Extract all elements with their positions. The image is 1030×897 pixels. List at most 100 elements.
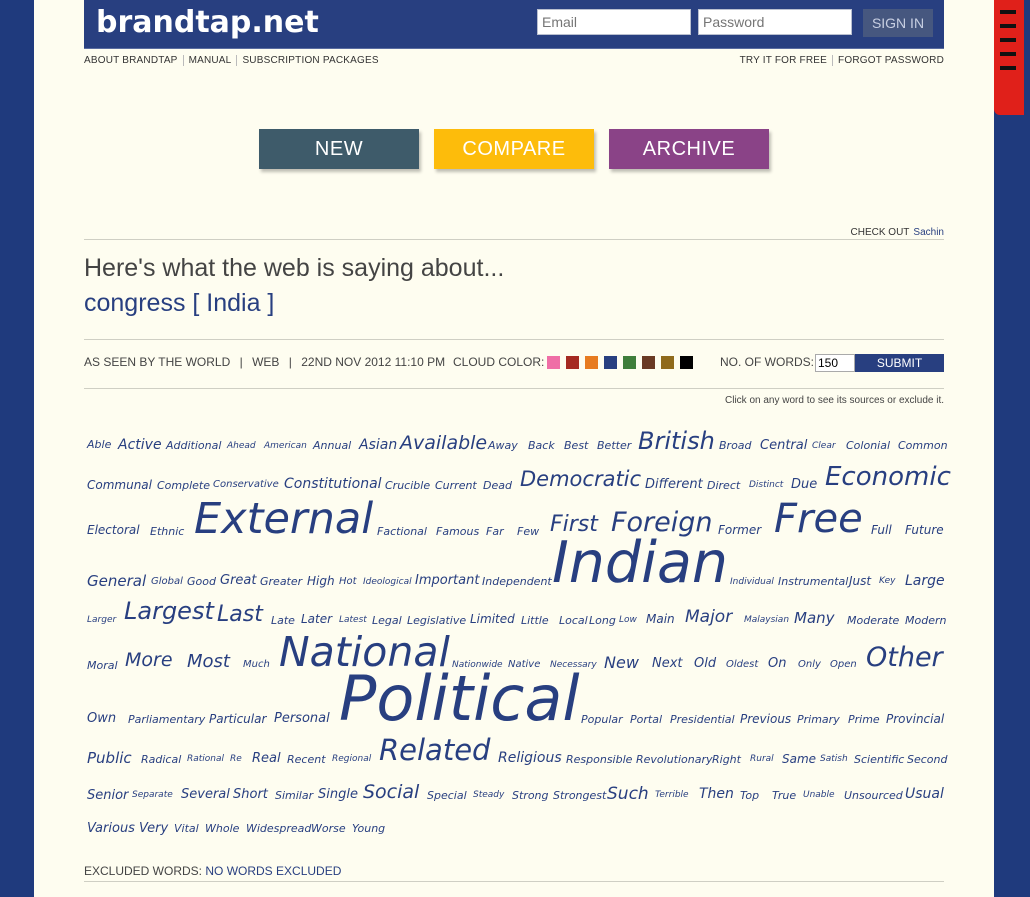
cloud-word[interactable]: Same	[782, 752, 816, 766]
cloud-word[interactable]: Ethnic	[150, 525, 184, 538]
cloud-word[interactable]: Social	[363, 781, 419, 803]
cloud-word[interactable]: Many	[794, 609, 835, 627]
cloud-word[interactable]: Limited	[470, 612, 515, 626]
cloud-word[interactable]: Just	[849, 574, 871, 588]
cloud-word[interactable]: Individual	[730, 577, 774, 587]
cloud-word[interactable]: Rural	[750, 754, 774, 764]
cloud-word[interactable]: Ahead	[227, 441, 256, 451]
cloud-word[interactable]: Scientific	[854, 753, 904, 766]
cloud-word[interactable]: Main	[646, 612, 675, 626]
cloud-word[interactable]: Parliamentary	[128, 713, 205, 726]
cloud-word[interactable]: Current	[435, 479, 477, 492]
cloud-word[interactable]: Short	[233, 787, 268, 802]
cloud-word[interactable]: Unsourced	[844, 789, 903, 802]
cloud-word[interactable]: Recent	[287, 753, 326, 766]
cloud-word[interactable]: Personal	[274, 711, 330, 726]
cloud-word[interactable]: Such	[607, 784, 649, 804]
cloud-word[interactable]: Democratic	[520, 467, 641, 491]
cloud-word[interactable]: Re	[230, 754, 242, 764]
cloud-word[interactable]: True	[772, 789, 796, 802]
cloud-word[interactable]: Unable	[803, 790, 835, 800]
cloud-word[interactable]: Then	[699, 786, 734, 802]
cloud-word[interactable]: Very	[139, 821, 168, 836]
cloud-word[interactable]: Indian	[552, 530, 728, 596]
cloud-word[interactable]: Best	[564, 439, 588, 452]
cloud-word[interactable]: Hot	[339, 576, 357, 587]
cloud-word[interactable]: Local	[559, 614, 588, 627]
cloud-word[interactable]: Prime	[848, 713, 880, 726]
cloud-word[interactable]: On	[768, 656, 786, 671]
cloud-word[interactable]: Active	[118, 437, 162, 453]
cloud-word[interactable]: Global	[151, 576, 183, 587]
cloud-word[interactable]: Common	[898, 439, 948, 452]
cloud-word[interactable]: Long	[589, 614, 616, 627]
cloud-word[interactable]: Dead	[483, 479, 512, 492]
cloud-word[interactable]: Larger	[87, 615, 116, 625]
cloud-word[interactable]: Worse	[311, 822, 346, 835]
cloud-word[interactable]: Satish	[820, 754, 848, 764]
cloud-word[interactable]: Regional	[332, 754, 371, 764]
cloud-word[interactable]: Ideological	[363, 577, 412, 587]
cloud-word[interactable]: Good	[187, 575, 216, 588]
cloud-word[interactable]: Oldest	[726, 659, 758, 670]
cloud-word[interactable]: Much	[243, 659, 270, 670]
cloud-word[interactable]: Conservative	[213, 479, 279, 490]
cloud-word[interactable]: Steady	[473, 790, 504, 800]
cloud-word[interactable]: Whole	[205, 822, 239, 835]
cloud-word[interactable]: Strong	[512, 789, 549, 802]
cloud-word[interactable]: Religious	[498, 750, 562, 766]
cloud-word[interactable]: Malaysian	[744, 615, 789, 625]
cloud-word[interactable]: Direct	[707, 479, 740, 492]
cloud-word[interactable]: Old	[694, 656, 716, 671]
cloud-word[interactable]: Primary	[797, 713, 840, 726]
cloud-word[interactable]: Communal	[87, 478, 152, 492]
cloud-word[interactable]: Moral	[87, 659, 118, 672]
cloud-word[interactable]: Radical	[141, 753, 181, 766]
cloud-word[interactable]: Several	[181, 787, 230, 802]
cloud-word[interactable]: Largest	[124, 597, 214, 625]
cloud-word[interactable]: Full	[871, 523, 892, 537]
cloud-word[interactable]: Revolutionary	[636, 753, 713, 766]
cloud-word[interactable]: Instrumental	[778, 575, 848, 588]
cloud-word[interactable]: New	[604, 653, 639, 672]
cloud-word[interactable]: Special	[427, 789, 467, 802]
cloud-word[interactable]: Little	[521, 614, 549, 627]
cloud-word[interactable]: Most	[187, 651, 230, 672]
cloud-word[interactable]: Moderate	[847, 614, 899, 627]
cloud-word[interactable]: Right	[712, 753, 741, 766]
cloud-word[interactable]: Electoral	[87, 523, 140, 537]
cloud-word[interactable]: Related	[379, 733, 490, 767]
cloud-word[interactable]: Complete	[157, 479, 210, 492]
cloud-word[interactable]: Famous	[436, 525, 479, 538]
cloud-word[interactable]: External	[194, 494, 373, 544]
cloud-word[interactable]: Strongest	[553, 789, 606, 802]
cloud-word[interactable]: Senior	[87, 788, 128, 803]
cloud-word[interactable]: American	[264, 441, 307, 451]
cloud-word[interactable]: Colonial	[846, 439, 890, 452]
cloud-word[interactable]: Available	[400, 432, 487, 454]
cloud-word[interactable]: More	[125, 649, 173, 671]
cloud-word[interactable]: Previous	[740, 712, 791, 726]
cloud-word[interactable]: Usual	[905, 786, 944, 802]
cloud-word[interactable]: Only	[798, 659, 821, 670]
cloud-word[interactable]: Second	[907, 753, 947, 766]
cloud-word[interactable]: Various	[87, 821, 135, 836]
cloud-word[interactable]: Vital	[174, 822, 199, 835]
cloud-word[interactable]: Asian	[359, 437, 397, 453]
cloud-word[interactable]: Better	[597, 439, 631, 452]
cloud-word[interactable]: Distinct	[749, 480, 783, 490]
cloud-word[interactable]: Crucible	[385, 479, 430, 492]
cloud-word[interactable]: Economic	[825, 462, 951, 492]
cloud-word[interactable]: Last	[217, 602, 263, 627]
cloud-word[interactable]: Key	[879, 576, 895, 586]
cloud-word[interactable]: Able	[87, 438, 111, 451]
cloud-word[interactable]: Legislative	[407, 614, 466, 627]
cloud-word[interactable]: Future	[905, 523, 944, 537]
cloud-word[interactable]: Later	[301, 612, 332, 626]
side-tab[interactable]	[994, 0, 1024, 115]
cloud-word[interactable]: Annual	[313, 439, 351, 452]
cloud-word[interactable]: Far	[486, 525, 504, 538]
cloud-word[interactable]: Single	[318, 787, 358, 802]
cloud-word[interactable]: Great	[220, 573, 256, 588]
cloud-word[interactable]: Rational	[187, 754, 224, 764]
